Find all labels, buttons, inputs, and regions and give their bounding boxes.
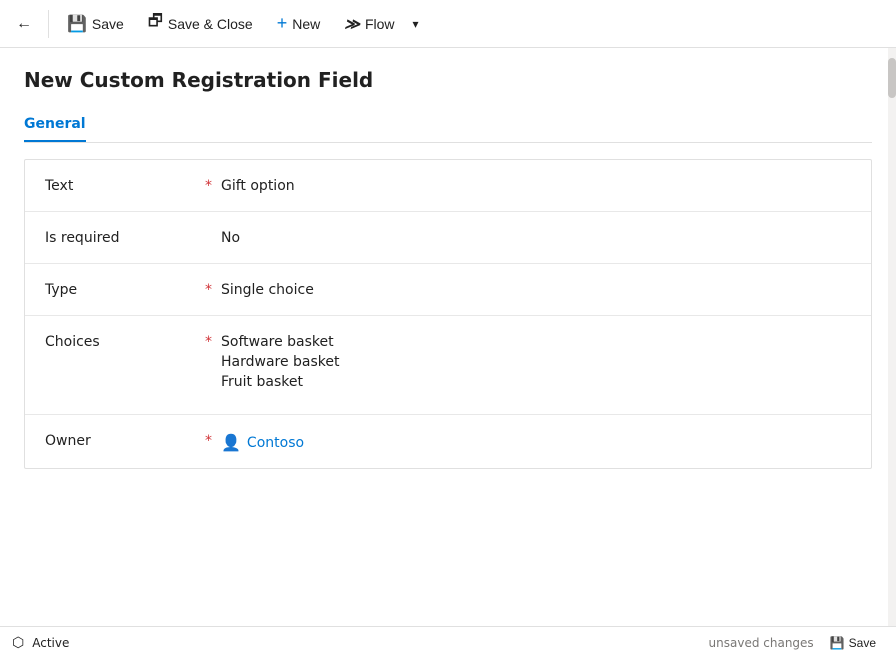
back-button[interactable]: ← <box>8 8 40 40</box>
field-value-choices: Software basket Hardware basket Fruit ba… <box>221 332 851 390</box>
status-text: Active <box>32 636 69 650</box>
required-star-type: * <box>205 280 221 298</box>
field-value-text[interactable]: Gift option <box>221 176 851 194</box>
unsaved-changes-text: unsaved changes <box>709 636 814 650</box>
scrollbar-track[interactable] <box>888 48 896 626</box>
flow-icon: ≫ <box>344 15 360 33</box>
choices-list: Software basket Hardware basket Fruit ba… <box>221 334 851 390</box>
status-right: unsaved changes 💾 Save <box>709 632 884 654</box>
choice-item-1: Hardware basket <box>221 354 851 370</box>
save-button[interactable]: 💾 Save <box>57 8 134 40</box>
new-label: New <box>292 16 320 32</box>
field-value-owner[interactable]: 👤 Contoso <box>221 431 851 452</box>
flow-label: Flow <box>365 16 395 32</box>
status-save-icon: 💾 <box>830 636 845 650</box>
field-label-type: Type <box>45 280 205 298</box>
status-save-label: Save <box>849 636 876 650</box>
no-required-star-is-required <box>205 228 221 246</box>
field-label-owner: Owner <box>45 431 205 449</box>
field-label-text: Text <box>45 176 205 194</box>
field-value-type[interactable]: Single choice <box>221 280 851 298</box>
save-icon: 💾 <box>67 14 87 34</box>
flow-button[interactable]: ≫ Flow <box>334 9 404 39</box>
form-row-text: Text * Gift option <box>25 160 871 212</box>
new-button[interactable]: + New <box>267 7 331 40</box>
owner-name: Contoso <box>247 435 304 451</box>
page-wrapper: New Custom Registration Field General Te… <box>0 48 896 626</box>
save-close-button[interactable]: 🗗 Save & Close <box>138 4 263 43</box>
toolbar-divider <box>48 10 49 38</box>
required-star-text: * <box>205 176 221 194</box>
status-bar: ⬡ Active unsaved changes 💾 Save <box>0 626 896 658</box>
scrollbar-thumb[interactable] <box>888 58 896 98</box>
save-close-label: Save & Close <box>168 16 253 32</box>
form-row-type: Type * Single choice <box>25 264 871 316</box>
field-label-choices: Choices <box>45 332 205 350</box>
save-close-icon: 🗗 <box>148 10 163 37</box>
form-row-choices: Choices * Software basket Hardware baske… <box>25 316 871 415</box>
owner-person-icon: 👤 <box>221 433 241 452</box>
field-value-is-required[interactable]: No <box>221 228 851 246</box>
flow-chevron-button[interactable]: ▾ <box>409 11 423 37</box>
back-icon: ← <box>16 15 32 33</box>
chevron-down-icon: ▾ <box>413 17 419 31</box>
main-content: New Custom Registration Field General Te… <box>0 48 896 626</box>
required-star-choices: * <box>205 332 221 350</box>
required-star-owner: * <box>205 431 221 449</box>
choice-item-2: Fruit basket <box>221 374 851 390</box>
form-row-owner: Owner * 👤 Contoso <box>25 415 871 468</box>
save-label: Save <box>92 16 124 32</box>
tab-general[interactable]: General <box>24 108 86 142</box>
tabs-container: General <box>24 108 872 143</box>
new-icon: + <box>277 13 288 34</box>
status-save-button[interactable]: 💾 Save <box>822 632 884 654</box>
status-indicator-icon: ⬡ <box>12 635 24 651</box>
field-label-is-required: Is required <box>45 228 205 246</box>
choice-item-0: Software basket <box>221 334 851 350</box>
form-section: Text * Gift option Is required No Type *… <box>24 159 872 469</box>
page-title: New Custom Registration Field <box>24 68 872 92</box>
form-row-is-required: Is required No <box>25 212 871 264</box>
status-left: ⬡ Active <box>12 635 69 651</box>
toolbar: ← 💾 Save 🗗 Save & Close + New ≫ Flow ▾ <box>0 0 896 48</box>
